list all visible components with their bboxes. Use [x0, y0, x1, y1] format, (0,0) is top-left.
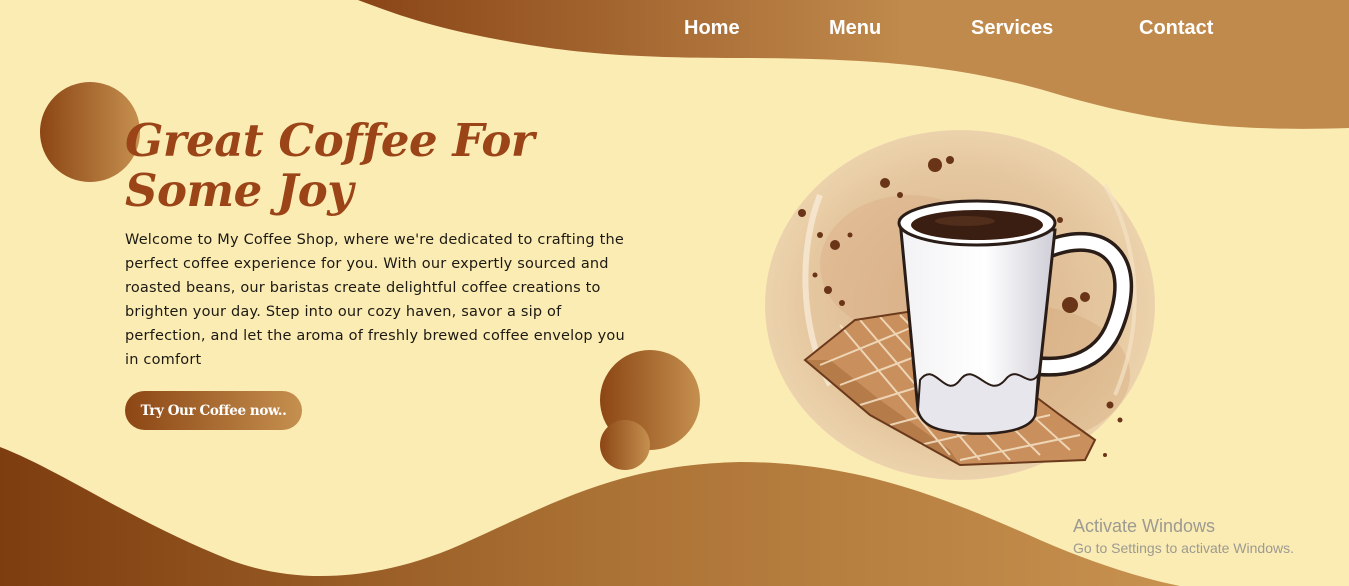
windows-activation-watermark: Activate Windows Go to Settings to activ…: [1073, 515, 1294, 558]
nav-link-services[interactable]: Services: [971, 17, 1053, 40]
nav-link-menu[interactable]: Menu: [829, 17, 881, 40]
top-nav: Home Menu Services Contact: [0, 17, 1349, 43]
watermark-subtitle: Go to Settings to activate Windows.: [1073, 540, 1294, 556]
hero-description: Welcome to My Coffee Shop, where we're d…: [125, 232, 625, 368]
nav-link-contact[interactable]: Contact: [1139, 17, 1213, 40]
nav-link-home[interactable]: Home: [684, 17, 740, 40]
decorative-circle-small: [600, 420, 650, 470]
try-coffee-button[interactable]: Try Our Coffee now..: [125, 391, 302, 430]
coffee-cup-illustration: [765, 130, 1155, 480]
hero-title: Great Coffee For Some Joy: [125, 114, 535, 217]
watermark-title: Activate Windows: [1073, 516, 1216, 536]
